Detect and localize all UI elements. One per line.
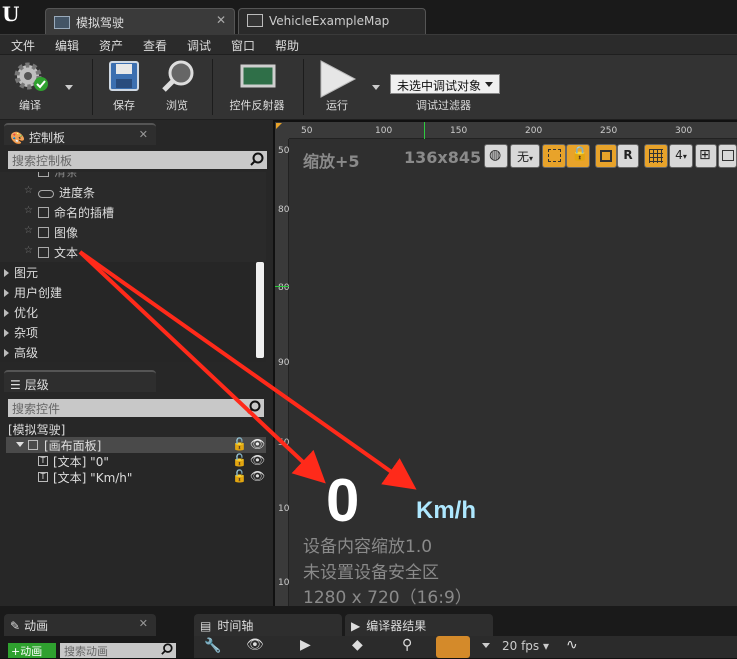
timeline-icon: ▤ [200,619,212,633]
arrow-to-speed-unit [78,250,417,490]
tab-timeline[interactable]: ▤ 时间轴 [194,614,342,636]
fps-value: 20 fps [502,639,540,653]
eye-icon[interactable]: 👁 [246,637,264,653]
key-icon[interactable]: ⚲ [402,637,412,653]
animation-search-input[interactable]: 搜索动画 [60,643,176,658]
wrench-icon[interactable]: 🔧 [204,638,221,654]
curve-icon[interactable]: ∿ [566,637,578,653]
timeline-tab-label: 时间轴 [217,619,254,633]
animation-search-placeholder: 搜索动画 [64,645,108,658]
add-animation-button[interactable]: +动画 [8,643,56,658]
fps-select[interactable]: 20 fps ▾ [502,639,552,653]
close-icon[interactable]: ✕ [139,617,148,630]
compiler-results-icon: ▶ [351,619,361,633]
key-diamond-icon[interactable]: ◆ [352,637,363,653]
annotation-arrows [78,250,417,490]
play-icon[interactable]: ▶ [300,637,311,653]
animation-pen-icon: ✎ [10,619,21,633]
chevron-down-icon[interactable] [482,643,490,648]
record-toggle[interactable] [436,636,470,658]
animation-tab-label: 动画 [24,619,49,633]
timeline-toolbar: 🔧 👁 ▶ ◆ ⚲ 20 fps ▾ ∿ [194,636,737,658]
search-icon [161,643,173,655]
compiler-tab-label: 编译器结果 [366,619,427,633]
tab-compiler-results[interactable]: ▶ 编译器结果 [345,614,493,636]
tab-animation[interactable]: ✎ 动画 ✕ [4,614,156,636]
arrow-to-speed-value [78,250,326,484]
